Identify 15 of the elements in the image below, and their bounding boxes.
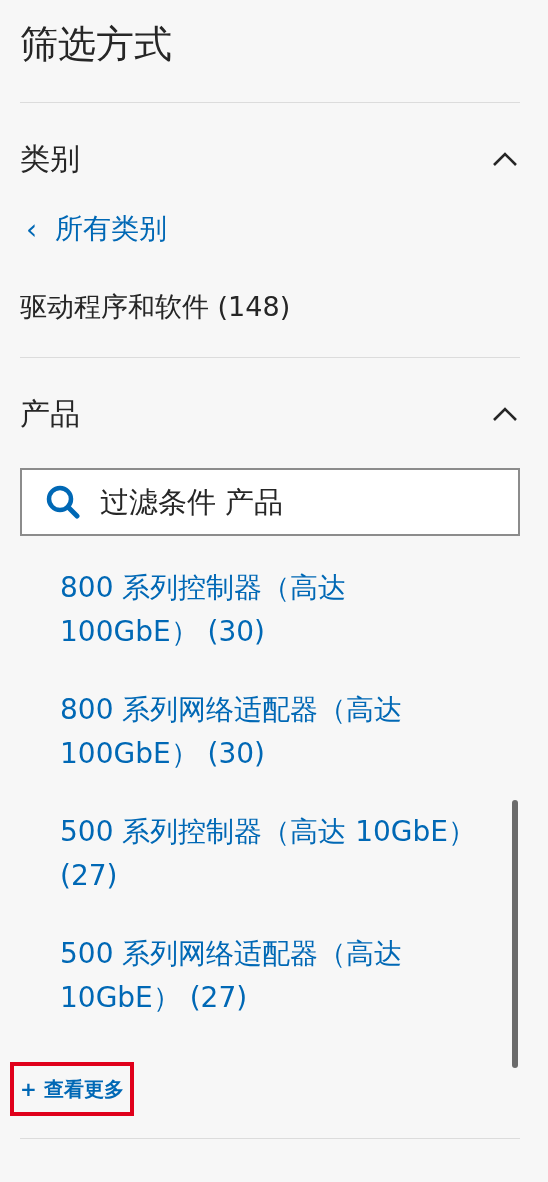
see-more-link[interactable]: + 查看更多 (10, 1062, 134, 1116)
filter-title: 筛选方式 (20, 21, 173, 68)
all-categories-link[interactable]: ‹ 所有类别 (20, 207, 520, 251)
product-link[interactable]: 500 系列网络适配器（高达 10GbE） (27) (20, 926, 520, 1048)
product-link[interactable]: 500 系列控制器（高达 10GbE） (27) (20, 804, 520, 926)
current-category: 驱动程序和软件 (148) (20, 290, 292, 324)
chevron-up-icon[interactable] (492, 406, 518, 422)
section-heading: 产品 (20, 394, 80, 433)
product-link[interactable]: 800 系列网络适配器（高达 100GbE） (30) (20, 682, 520, 804)
scrollbar-thumb[interactable] (512, 800, 518, 1068)
section-heading: 类别 (20, 139, 80, 178)
search-icon (44, 483, 82, 521)
filter-search-field[interactable]: 过滤条件 产品 (20, 468, 520, 536)
product-link[interactable]: 800 系列控制器（高达 100GbE） (30) (20, 560, 520, 682)
chevron-up-icon[interactable] (492, 151, 518, 167)
